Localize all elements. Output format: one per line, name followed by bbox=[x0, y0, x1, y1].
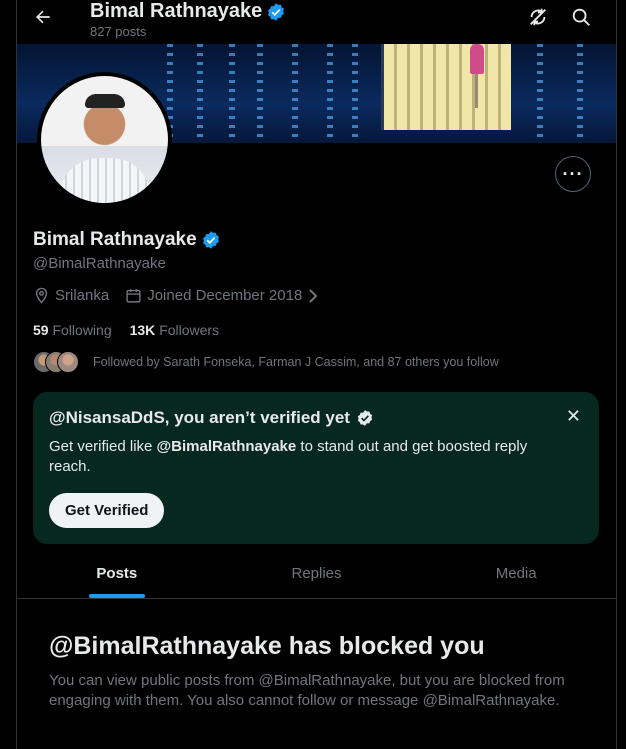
back-button[interactable] bbox=[33, 7, 55, 29]
followed-by-row[interactable]: Followed by Sarath Fonseka, Farman J Cas… bbox=[33, 351, 499, 373]
profile-meta: Srilanka Joined December 2018 bbox=[33, 287, 335, 304]
followed-by-text: Followed by Sarath Fonseka, Farman J Cas… bbox=[93, 355, 499, 369]
verified-badge-icon bbox=[268, 2, 285, 21]
refresh-button[interactable] bbox=[527, 6, 551, 30]
location-text: Srilanka bbox=[55, 287, 110, 304]
top-header: Bimal Rathnayake 827 posts bbox=[17, 0, 616, 44]
get-verified-button[interactable]: Get Verified bbox=[49, 493, 165, 528]
verify-body-handle: @BimalRathnayake bbox=[156, 438, 297, 455]
verify-prompt-card: @NisansaDdS, you aren’t verified yet ✕ G… bbox=[33, 392, 599, 544]
arrow-left-icon bbox=[36, 10, 50, 24]
profile-handle: @BimalRathnayake bbox=[33, 255, 166, 272]
avatar-photo bbox=[41, 76, 168, 203]
more-icon: ··· bbox=[562, 163, 584, 184]
banner-maze-image bbox=[381, 44, 511, 130]
close-icon: ✕ bbox=[565, 406, 581, 426]
followed-by-avatars bbox=[33, 351, 93, 373]
header-name-row: Bimal Rathnayake bbox=[90, 0, 286, 23]
tab-replies-label: Replies bbox=[291, 564, 342, 582]
active-tab-indicator bbox=[88, 594, 145, 598]
tab-replies[interactable]: Replies bbox=[217, 548, 417, 598]
tab-media[interactable]: Media bbox=[416, 548, 616, 598]
verify-card-body: Get verified like @BimalRathnayake to st… bbox=[49, 437, 569, 477]
follow-stats: 59 Following 13K Followers bbox=[33, 322, 219, 338]
following-link[interactable]: 59 Following bbox=[33, 322, 112, 338]
following-count: 59 bbox=[33, 322, 49, 338]
more-options-button[interactable]: ··· bbox=[555, 156, 591, 192]
profile-location: Srilanka bbox=[33, 287, 109, 304]
followers-count: 13K bbox=[129, 322, 156, 338]
verify-body-prefix: Get verified like bbox=[49, 438, 157, 455]
verified-badge-icon[interactable] bbox=[201, 230, 221, 250]
avatar bbox=[57, 351, 79, 373]
tab-posts[interactable]: Posts bbox=[17, 548, 217, 598]
blocked-title: @BimalRathnayake has blocked you bbox=[49, 632, 485, 660]
tab-posts-label: Posts bbox=[96, 564, 138, 582]
profile-name-row: Bimal Rathnayake bbox=[33, 229, 221, 251]
location-pin-icon bbox=[35, 287, 48, 304]
profile-joined[interactable]: Joined December 2018 bbox=[125, 287, 319, 304]
followers-label: Followers bbox=[159, 322, 220, 338]
search-button[interactable] bbox=[570, 6, 594, 30]
tab-media-label: Media bbox=[495, 564, 537, 582]
followers-link[interactable]: 13K Followers bbox=[130, 322, 219, 338]
header-name: Bimal Rathnayake bbox=[90, 0, 263, 22]
header-posts-count: 827 posts bbox=[90, 24, 147, 39]
refresh-off-icon bbox=[530, 8, 546, 26]
following-label: Following bbox=[52, 322, 112, 338]
chevron-right-icon bbox=[309, 288, 318, 303]
joined-text: Joined December 2018 bbox=[147, 287, 303, 304]
profile-name: Bimal Rathnayake bbox=[33, 229, 197, 250]
search-icon bbox=[572, 8, 590, 26]
verified-badge-icon bbox=[357, 410, 373, 426]
calendar-icon bbox=[126, 289, 141, 303]
profile-avatar[interactable] bbox=[37, 72, 172, 207]
verify-card-title: @NisansaDdS, you aren’t verified yet bbox=[49, 408, 350, 427]
blocked-message: You can view public posts from @BimalRat… bbox=[49, 672, 565, 709]
profile-page: Bimal Rathnayake 827 posts ··· Bimal Rat… bbox=[16, 0, 617, 749]
close-button[interactable]: ✕ bbox=[566, 406, 581, 427]
profile-tabs: Posts Replies Media bbox=[17, 548, 616, 599]
verify-card-title-row: @NisansaDdS, you aren’t verified yet bbox=[49, 408, 374, 428]
